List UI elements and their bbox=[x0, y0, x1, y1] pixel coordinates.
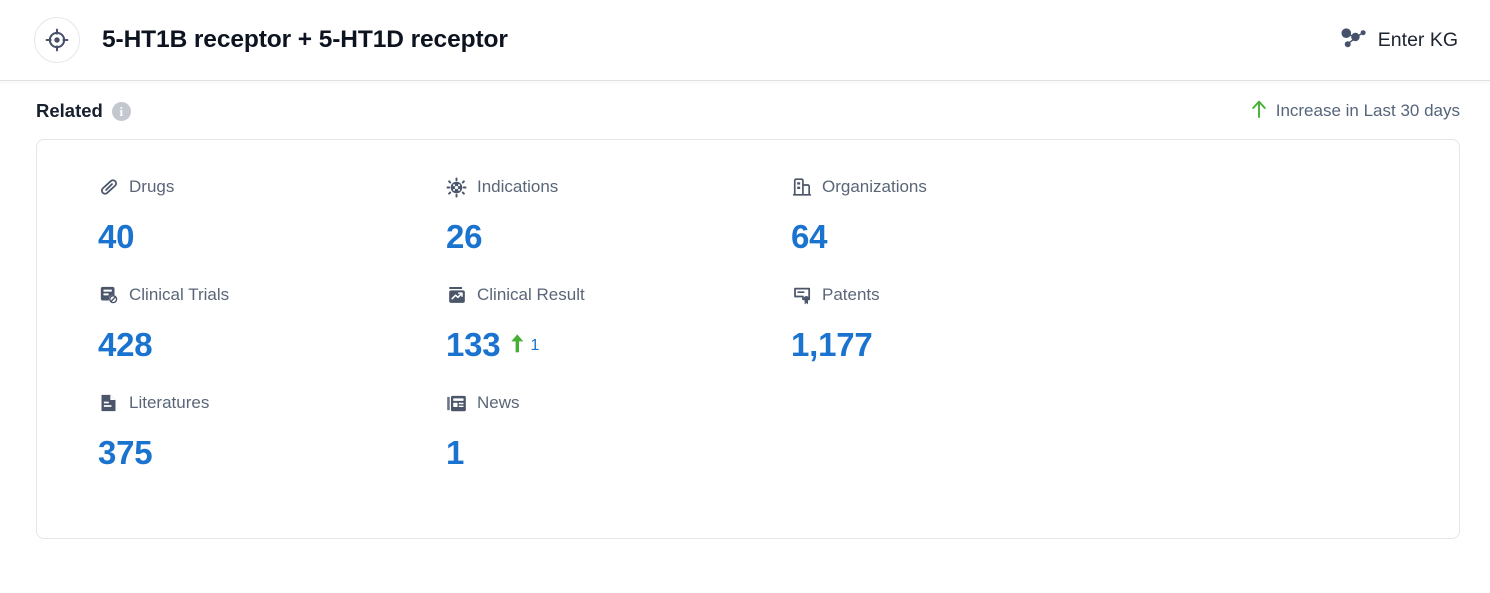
stat-label: Indications bbox=[477, 177, 559, 196]
stat-value-row: 375 bbox=[98, 429, 446, 469]
stat-empty-slot bbox=[791, 390, 1459, 498]
stat-clinical-trials[interactable]: Clinical Trials 428 bbox=[98, 282, 446, 390]
stat-clinical-result[interactable]: Clinical Result 133 1 bbox=[446, 282, 791, 390]
pill-icon bbox=[98, 177, 119, 198]
patent-certificate-icon bbox=[791, 285, 812, 306]
info-icon[interactable]: i bbox=[111, 101, 131, 121]
stat-delta-value: 1 bbox=[530, 337, 540, 354]
stat-label: Literatures bbox=[129, 393, 210, 412]
stat-news[interactable]: News 1 bbox=[446, 390, 791, 498]
knowledge-graph-icon bbox=[1340, 25, 1367, 55]
enter-kg-label: Enter KG bbox=[1377, 28, 1458, 51]
stat-value: 1 bbox=[446, 434, 465, 471]
stat-delta: 1 bbox=[511, 334, 539, 361]
related-section-header: Related i Increase in Last 30 days bbox=[0, 83, 1490, 139]
increase-legend-label: Increase in Last 30 days bbox=[1275, 101, 1460, 120]
stat-value: 1,177 bbox=[791, 326, 873, 363]
stat-value-row: 1,177 bbox=[791, 321, 1459, 361]
stat-label-row: Organizations bbox=[791, 174, 1459, 200]
stat-value: 375 bbox=[98, 434, 153, 471]
stats-grid: Drugs 40 Indications 26 Organizations 64… bbox=[37, 174, 1459, 498]
stat-value-row: 64 bbox=[791, 213, 1459, 253]
arrow-up-icon bbox=[1251, 99, 1267, 124]
stat-literatures[interactable]: Literatures 375 bbox=[98, 390, 446, 498]
stat-label-row: Clinical Result bbox=[446, 282, 791, 308]
related-title: Related bbox=[36, 100, 103, 121]
virus-icon bbox=[446, 177, 467, 198]
stat-label: News bbox=[477, 393, 520, 412]
stat-label: Clinical Trials bbox=[129, 285, 230, 304]
newspaper-icon bbox=[446, 393, 467, 414]
page-title: 5-HT1B receptor + 5-HT1D receptor bbox=[102, 26, 508, 53]
stat-indications[interactable]: Indications 26 bbox=[446, 174, 791, 282]
stat-value-row: 40 bbox=[98, 213, 446, 253]
increase-legend: Increase in Last 30 days bbox=[1251, 99, 1460, 124]
stat-value-row: 428 bbox=[98, 321, 446, 361]
related-stats-card: Drugs 40 Indications 26 Organizations 64… bbox=[36, 139, 1460, 539]
app-header: 5-HT1B receptor + 5-HT1D receptor Enter … bbox=[0, 0, 1490, 85]
stat-organizations[interactable]: Organizations 64 bbox=[791, 174, 1459, 282]
stat-value: 428 bbox=[98, 326, 153, 363]
clinical-result-chart-icon bbox=[446, 285, 467, 306]
stat-label: Patents bbox=[822, 285, 880, 304]
stat-patents[interactable]: Patents 1,177 bbox=[791, 282, 1459, 390]
stat-label-row: News bbox=[446, 390, 791, 416]
literature-document-icon bbox=[98, 393, 119, 414]
stat-value: 40 bbox=[98, 218, 135, 255]
stat-drugs[interactable]: Drugs 40 bbox=[98, 174, 446, 282]
stat-label-row: Literatures bbox=[98, 390, 446, 416]
arrow-up-icon bbox=[511, 334, 524, 358]
stat-label-row: Drugs bbox=[98, 174, 446, 200]
stat-value-row: 133 1 bbox=[446, 321, 791, 361]
stat-label: Clinical Result bbox=[477, 285, 585, 304]
stat-value: 133 bbox=[446, 326, 501, 363]
building-icon bbox=[791, 177, 812, 198]
entity-avatar bbox=[34, 17, 80, 63]
enter-kg-button[interactable]: Enter KG bbox=[1338, 21, 1460, 59]
stat-value-row: 26 bbox=[446, 213, 791, 253]
stat-label-row: Patents bbox=[791, 282, 1459, 308]
stat-label: Drugs bbox=[129, 177, 175, 196]
target-crosshair-icon bbox=[44, 27, 70, 53]
stat-value: 64 bbox=[791, 218, 828, 255]
stat-label-row: Indications bbox=[446, 174, 791, 200]
stat-label: Organizations bbox=[822, 177, 927, 196]
clinical-trial-document-icon bbox=[98, 285, 119, 306]
stat-value-row: 1 bbox=[446, 429, 791, 469]
stat-value: 26 bbox=[446, 218, 483, 255]
stat-label-row: Clinical Trials bbox=[98, 282, 446, 308]
